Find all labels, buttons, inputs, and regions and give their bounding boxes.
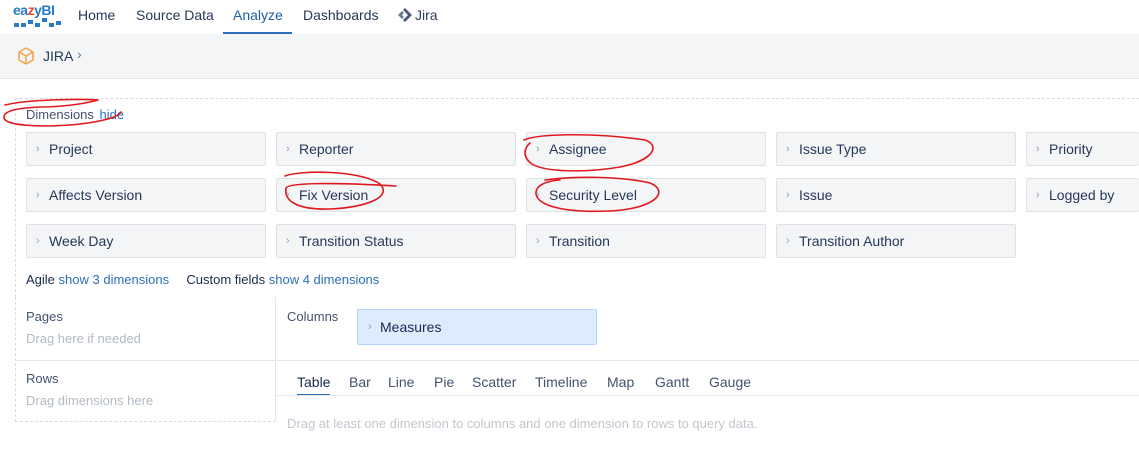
agile-show-link[interactable]: show 3 dimensions — [59, 272, 170, 287]
dimension-reporter[interactable]: › Reporter — [276, 132, 516, 166]
nav-dashboards[interactable]: Dashboards — [303, 0, 379, 34]
dimensions-header: Dimensions hide — [26, 107, 124, 122]
eazybi-logo[interactable]: eazyBI — [13, 2, 63, 32]
chevron-right-icon: › — [536, 235, 540, 247]
measures-button[interactable]: › Measures — [357, 309, 597, 345]
nav-source-data[interactable]: Source Data — [136, 0, 214, 34]
chevron-right-icon: › — [368, 321, 372, 333]
tab-timeline[interactable]: Timeline — [535, 374, 587, 396]
pages-title: Pages — [26, 309, 63, 324]
jira-icon — [398, 8, 412, 22]
nav-analyze[interactable]: Analyze — [223, 0, 292, 34]
custom-fields-show-link[interactable]: show 4 dimensions — [269, 272, 380, 287]
chevron-right-icon: › — [786, 143, 790, 155]
tab-line[interactable]: Line — [388, 374, 414, 396]
pages-drop-zone[interactable]: Drag here if needed — [26, 331, 141, 346]
logo-bars-icon — [14, 18, 62, 28]
tab-scatter[interactable]: Scatter — [472, 374, 516, 396]
chevron-right-icon: › — [1036, 189, 1040, 201]
dimension-project[interactable]: › Project — [26, 132, 266, 166]
chevron-right-icon: › — [286, 189, 290, 201]
dimension-transition[interactable]: › Transition — [526, 224, 766, 258]
chevron-right-icon: › — [36, 235, 40, 247]
dimension-week-day[interactable]: › Week Day — [26, 224, 266, 258]
dimension-fix-version[interactable]: › Fix Version — [276, 178, 516, 212]
tab-gauge[interactable]: Gauge — [709, 374, 751, 396]
top-navigation: eazyBI Home Source Data Analyze Dashboar… — [0, 0, 1139, 34]
dimension-assignee[interactable]: › Assignee — [526, 132, 766, 166]
dimension-priority[interactable]: › Priority — [1026, 132, 1139, 166]
dimensions-title: Dimensions — [26, 107, 94, 122]
tab-bar[interactable]: Bar — [349, 374, 371, 396]
dimension-issue[interactable]: › Issue — [776, 178, 1016, 212]
rows-title: Rows — [26, 371, 59, 386]
chevron-right-icon: › — [536, 143, 540, 155]
jira-label: Jira — [415, 7, 438, 23]
divider — [16, 360, 276, 361]
dimension-logged-by[interactable]: › Logged by — [1026, 178, 1139, 212]
dimension-affects-version[interactable]: › Affects Version — [26, 178, 266, 212]
tab-gantt[interactable]: Gantt — [655, 374, 689, 396]
chevron-right-icon: › — [286, 235, 290, 247]
breadcrumb-jira[interactable]: JIRA — [43, 48, 73, 64]
custom-fields-label: Custom fields — [186, 272, 266, 287]
tabs-divider — [277, 395, 1139, 396]
dimension-transition-author[interactable]: › Transition Author — [776, 224, 1016, 258]
tab-table[interactable]: Table — [297, 374, 331, 396]
logo-wordmark: eazyBI — [13, 2, 55, 18]
rows-drop-zone[interactable]: Drag dimensions here — [26, 393, 153, 408]
tab-map[interactable]: Map — [607, 374, 634, 396]
chevron-right-icon: › — [786, 235, 790, 247]
chevron-right-icon: › — [786, 189, 790, 201]
breadcrumb: JIRA › — [0, 34, 1139, 79]
cube-icon — [18, 47, 34, 65]
nav-home[interactable]: Home — [78, 0, 115, 34]
tab-pie[interactable]: Pie — [434, 374, 454, 396]
chevron-right-icon: › — [77, 46, 82, 62]
dimensions-hide-link[interactable]: hide — [100, 107, 125, 122]
dimension-security-level[interactable]: › Security Level — [526, 178, 766, 212]
divider — [277, 360, 1139, 361]
more-dimensions-line: Agile show 3 dimensions Custom fields sh… — [26, 272, 379, 287]
dimension-issue-type[interactable]: › Issue Type — [776, 132, 1016, 166]
chevron-right-icon: › — [36, 143, 40, 155]
empty-results-message: Drag at least one dimension to columns a… — [287, 416, 758, 431]
columns-title: Columns — [287, 309, 339, 324]
agile-label: Agile — [26, 272, 55, 287]
dimension-transition-status[interactable]: › Transition Status — [276, 224, 516, 258]
chevron-right-icon: › — [1036, 143, 1040, 155]
chevron-right-icon: › — [286, 143, 290, 155]
chevron-right-icon: › — [536, 189, 540, 201]
chevron-right-icon: › — [36, 189, 40, 201]
